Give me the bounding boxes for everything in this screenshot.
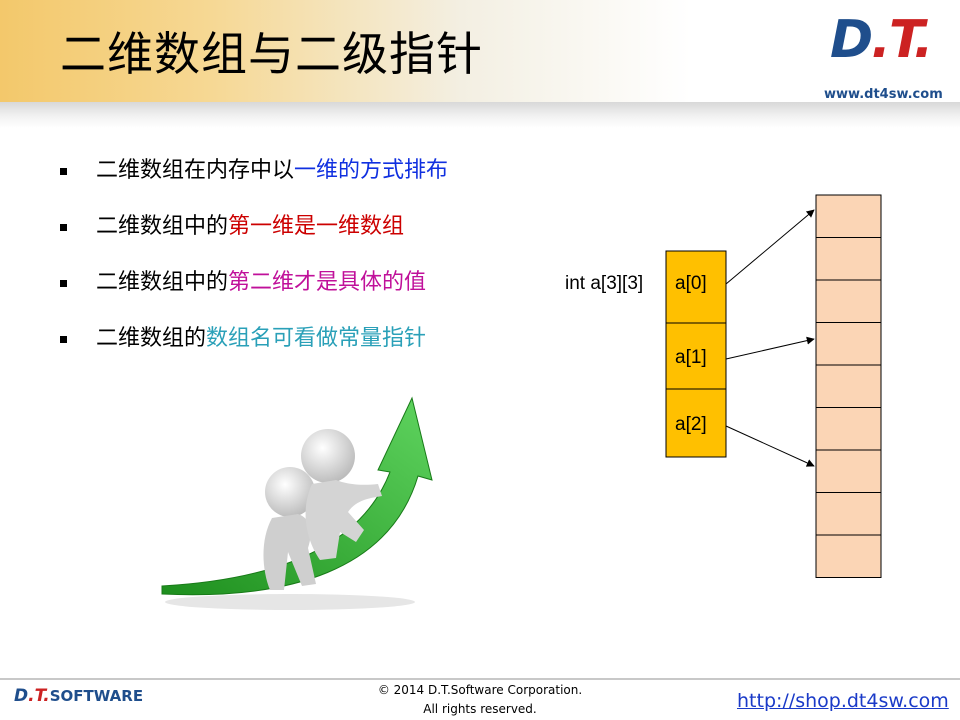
row-label-a0: a[0]	[675, 273, 707, 294]
memory-cell	[815, 237, 882, 281]
memory-cell	[815, 194, 882, 238]
pointer-arrow-a2	[725, 425, 815, 467]
memory-cell	[815, 364, 882, 408]
footer-divider	[0, 678, 960, 680]
row-label-a2: a[2]	[675, 414, 707, 435]
memory-cell	[815, 534, 882, 578]
memory-diagram: int a[3][3] a[0] a[1] a[2]	[565, 194, 882, 578]
row-label-a1: a[1]	[675, 347, 707, 368]
row-pointer-column: a[0] a[1] a[2]	[665, 250, 727, 458]
memory-cell	[815, 492, 882, 536]
array-declaration: int a[3][3]	[565, 273, 643, 294]
memory-cell	[815, 322, 882, 366]
pointer-arrow-a0	[725, 209, 815, 285]
memory-cells	[815, 194, 882, 578]
shop-link[interactable]: http://shop.dt4sw.com	[737, 690, 949, 712]
memory-cell	[815, 407, 882, 451]
memory-cell	[815, 279, 882, 323]
pointer-arrow-a1	[725, 336, 815, 360]
memory-cell	[815, 449, 882, 493]
